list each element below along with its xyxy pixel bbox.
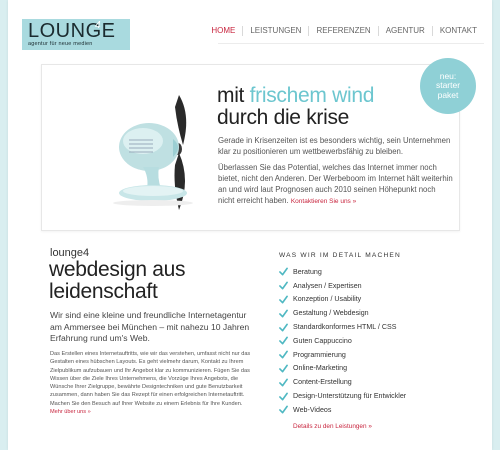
about-link[interactable]: Mehr über uns » [50, 409, 91, 415]
service-label: Guten Cappuccino [293, 336, 352, 345]
service-label: Web-Videos [293, 405, 332, 414]
logo[interactable]: LOUNGE 4 agentur für neue medien [22, 19, 130, 50]
checkmark-icon [279, 309, 288, 318]
intro-body-text: Das Erstellen eines Internetauftritts, w… [50, 351, 251, 407]
service-label: Analysen / Expertisen [293, 281, 362, 290]
service-item: Programmierung [279, 348, 406, 362]
logo-number: 4 [95, 20, 101, 31]
nav-kontakt[interactable]: KONTAKT [431, 26, 484, 36]
checkmark-icon [279, 336, 288, 345]
nav-agentur[interactable]: AGENTUR [377, 26, 432, 36]
main-headline-line1: webdesign aus [49, 258, 186, 281]
nav-home[interactable]: HOME [204, 26, 242, 36]
services-details-link[interactable]: Details zu den Leistungen » [293, 423, 372, 430]
nav-referenzen[interactable]: REFERENZEN [308, 26, 377, 36]
service-item: Konzeption / Usability [279, 293, 406, 307]
main-headline-line2: leidenschaft [49, 280, 158, 303]
service-label: Beratung [293, 267, 322, 276]
service-label: Online-Marketing [293, 364, 348, 373]
logo-title: LOUNGE [28, 20, 116, 42]
main-headline: webdesign aus leidenschaft [49, 258, 186, 303]
hero-panel: mit frischem wind durch die krise Gerade… [41, 64, 460, 231]
services-list: Beratung Analysen / Expertisen Konzeption … [279, 265, 406, 417]
hero-headline-accent: frischem wind [249, 84, 375, 107]
starter-package-badge[interactable]: neu: starter paket [420, 58, 476, 114]
service-item: Beratung [279, 265, 406, 279]
service-item: Content-Erstellung [279, 375, 406, 389]
logo-tagline: agentur für neue medien [28, 41, 93, 47]
checkmark-icon [279, 364, 288, 373]
service-label: Konzeption / Usability [293, 295, 362, 304]
hero-headline-prefix: mit [217, 84, 250, 107]
service-item: Standardkonformes HTML / CSS [279, 320, 406, 334]
checkmark-icon [279, 378, 288, 387]
hero-headline-line2: durch die krise [217, 106, 350, 129]
checkmark-icon [279, 295, 288, 304]
nav-leistungen[interactable]: LEISTUNGEN [242, 26, 308, 36]
checkmark-icon [279, 281, 288, 290]
service-label: Programmierung [293, 350, 346, 359]
services-title: WAS WIR IM DETAIL MACHEN [279, 252, 401, 259]
service-item: Gestaltung / Webdesign [279, 306, 406, 320]
service-item: Web-Videos [279, 403, 406, 417]
checkmark-icon [279, 405, 288, 414]
intro-body: Das Erstellen eines Internetauftritts, w… [50, 350, 255, 416]
page: LOUNGE 4 agentur für neue medien HOME LE… [8, 0, 492, 450]
service-item: Guten Cappuccino [279, 334, 406, 348]
fan-illustration [113, 95, 193, 210]
checkmark-icon [279, 267, 288, 276]
hero-paragraph-2: Überlassen Sie das Potential, welches da… [218, 162, 453, 207]
checkmark-icon [279, 323, 288, 332]
badge-line-3: paket [437, 89, 459, 100]
service-label: Standardkonformes HTML / CSS [293, 323, 397, 332]
service-label: Design-Unterstützung für Entwickler [293, 392, 407, 401]
contact-link[interactable]: Kontaktieren Sie uns » [291, 198, 356, 205]
service-item: Online-Marketing [279, 362, 406, 376]
service-item: Analysen / Expertisen [279, 279, 406, 293]
service-label: Gestaltung / Webdesign [293, 309, 369, 318]
hero-headline: mit frischem wind [217, 85, 374, 106]
checkmark-icon [279, 392, 288, 401]
intro-lead: Wir sind eine kleine und freundliche Int… [50, 310, 250, 343]
hero-paragraph-1: Gerade in Krisenzeiten ist es besonders … [218, 136, 451, 156]
service-label: Content-Erstellung [293, 378, 352, 387]
main-nav: HOME LEISTUNGEN REFERENZEN AGENTUR KONTA… [204, 26, 484, 36]
nav-divider [218, 43, 484, 44]
checkmark-icon [279, 350, 288, 359]
service-item: Design-Unterstützung für Entwickler [279, 389, 406, 403]
